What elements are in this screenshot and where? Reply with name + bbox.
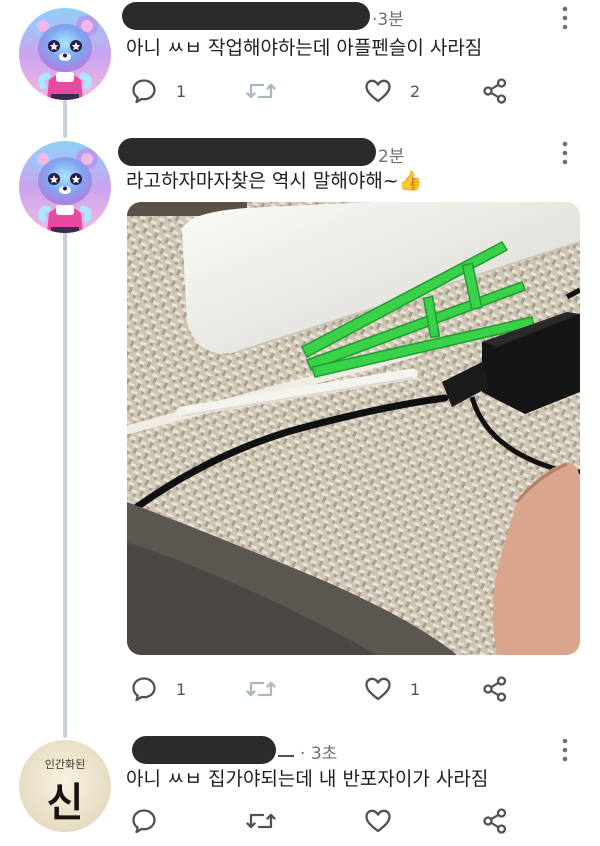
retweet-button[interactable] <box>245 806 277 836</box>
retweet-icon <box>246 813 276 829</box>
tweet-meta: · 3초 <box>300 739 337 764</box>
tweet-photo[interactable] <box>127 202 580 655</box>
share-button[interactable] <box>481 674 509 704</box>
like-button[interactable]: 1 <box>364 674 420 704</box>
timestamp: 3분 <box>377 10 404 30</box>
redacted-username <box>122 2 370 30</box>
share-button[interactable] <box>481 806 509 836</box>
retweet-button[interactable] <box>245 674 277 704</box>
more-vertical-icon <box>562 6 568 30</box>
reply-icon <box>132 809 156 834</box>
timestamp: 3초 <box>310 744 338 764</box>
reply-button[interactable]: 1 <box>130 674 186 704</box>
heart-icon <box>365 79 391 103</box>
reply-count: 1 <box>176 81 187 101</box>
like-button[interactable]: 2 <box>364 76 420 106</box>
avatar[interactable] <box>19 141 111 233</box>
reply-button[interactable]: 1 <box>130 76 186 106</box>
avatar[interactable] <box>19 8 111 100</box>
thread-connector <box>63 232 67 738</box>
like-button[interactable] <box>364 806 392 836</box>
reply-button[interactable] <box>130 806 158 836</box>
redaction-underline <box>278 755 294 757</box>
tweet-text-body: 라고하자마자찾은 역시 말해야해~ <box>126 170 399 192</box>
tweet-text: 아니 ㅆㅂ 집가야되는데 내 반포자이가 사라짐 <box>126 768 489 790</box>
timestamp: 2분 <box>378 147 405 167</box>
more-options-button[interactable] <box>558 5 572 31</box>
tweet-meta: 2분 <box>378 142 404 167</box>
tweet-text: 라고하자마자찾은 역시 말해야해~👍 <box>126 166 422 193</box>
retweet-icon <box>246 681 276 697</box>
retweet-icon <box>246 83 276 99</box>
thread-connector <box>63 100 67 138</box>
more-options-button[interactable] <box>558 737 572 763</box>
dot-separator: · <box>300 744 311 764</box>
avatar[interactable]: 인간화된 신 <box>19 740 111 832</box>
share-icon <box>483 78 507 104</box>
redacted-username <box>118 138 376 166</box>
more-vertical-icon <box>562 141 568 165</box>
thumbs-up-emoji: 👍 <box>398 170 423 192</box>
tweet-meta: ·3분 <box>372 5 404 30</box>
retweet-button[interactable] <box>245 76 277 106</box>
bear-avatar-icon <box>19 141 111 233</box>
avatar-glyph: 신 <box>46 779 84 826</box>
reply-icon <box>132 79 156 104</box>
photo-image <box>127 202 580 655</box>
reply-count: 1 <box>176 679 187 699</box>
heart-icon <box>365 677 391 701</box>
share-icon <box>483 808 507 834</box>
more-vertical-icon <box>562 738 568 762</box>
bear-avatar-icon <box>19 8 111 100</box>
like-count: 2 <box>410 81 421 101</box>
more-options-button[interactable] <box>558 140 572 166</box>
redacted-username <box>132 736 276 764</box>
like-count: 1 <box>410 679 421 699</box>
tweet-text: 아니 ㅆㅂ 작업해야하는데 아플펜슬이 사라짐 <box>126 37 483 59</box>
heart-icon <box>365 809 391 833</box>
share-button[interactable] <box>481 76 509 106</box>
reply-icon <box>132 677 156 702</box>
share-icon <box>483 676 507 702</box>
